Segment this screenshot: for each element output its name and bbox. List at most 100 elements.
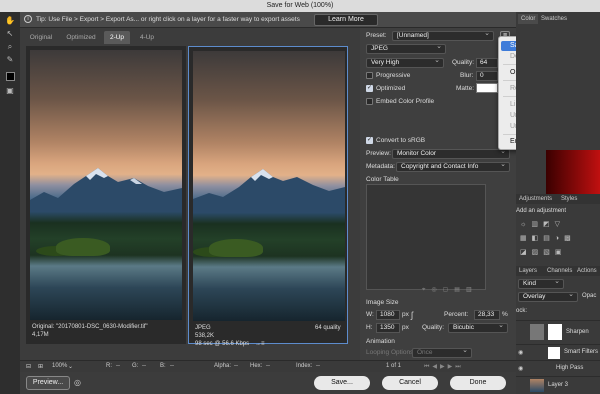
blur-input[interactable]: 0 [476, 71, 498, 81]
button-bar: Preview... ◎ Save... Cancel Done [20, 372, 516, 394]
tab-2up[interactable]: 2-Up [104, 31, 130, 44]
layer-name: Smart Filters [564, 349, 599, 355]
tab-actions[interactable]: Actions [574, 266, 600, 276]
adjustments-tabbar: Adjustments Styles [516, 194, 600, 204]
adjustment-icons-row1[interactable]: ☼▥◩▽ [520, 220, 565, 228]
embed-color-profile-label: Embed Color Profile [376, 98, 435, 105]
slice-select-tool-icon[interactable]: ↖ [4, 29, 16, 39]
tip-text: Tip: Use File > Export > Export As... or… [36, 16, 300, 23]
color-table[interactable] [366, 184, 486, 290]
status-bar: ⊟ ⊞ 100% ⌄ R: -- G: -- B: -- Alpha: -- H… [20, 360, 516, 372]
tab-optimized[interactable]: Optimized [62, 31, 100, 44]
index-value: -- [316, 363, 320, 369]
layer-row[interactable]: ◉ High Pass [516, 360, 600, 376]
metadata-label: Metadata: [366, 163, 395, 170]
zoom-level[interactable]: 100% [52, 363, 67, 369]
matte-label: Matte: [456, 85, 475, 92]
red-readout: R: [106, 363, 112, 369]
preview-label: Preview: [366, 150, 391, 157]
browser-icon[interactable]: ◎ [74, 378, 81, 387]
view-tabs: Original Optimized 2-Up 4-Up [20, 31, 360, 44]
matte-color-swatch[interactable] [476, 83, 498, 93]
animation-controls-icon: ⏮◀▶▶⏭ [424, 364, 464, 370]
tab-channels[interactable]: Channels [544, 266, 575, 276]
original-view-pane[interactable]: Original: "20170801-DSC_0630-Modifier.ti… [26, 46, 186, 344]
toggle-slices-icon[interactable]: ▣ [4, 86, 16, 96]
frame-counter: 1 of 1 [386, 363, 402, 369]
save-button[interactable]: Save... [314, 376, 370, 390]
layer-kind-filter[interactable]: Kind [518, 279, 564, 289]
image-size-label: Image Size [366, 299, 399, 306]
height-unit: px [402, 324, 409, 331]
adjustment-icons-row3[interactable]: ◪▨▧▣ [520, 248, 566, 256]
preset-select[interactable]: [Unnamed] [392, 31, 494, 41]
layer-row[interactable]: Sharpen [516, 320, 600, 344]
preview-select[interactable]: Monitor Color [392, 149, 510, 159]
animation-label: Animation [366, 338, 395, 345]
convert-srgb-label: Convert to sRGB [376, 137, 426, 144]
percent-input[interactable]: 28,33 [474, 310, 500, 320]
height-label: H: [366, 324, 373, 331]
layer-name: Layer 3 [548, 382, 569, 388]
layer-thumbnail [530, 379, 544, 392]
adjustment-icons-row2[interactable]: ▦◧▤◑▩ [520, 234, 576, 242]
layer-mask-thumbnail [548, 324, 562, 340]
red-value: -- [116, 363, 120, 369]
opacity-label: Opac [582, 293, 597, 299]
learn-more-button[interactable]: Learn More [314, 14, 378, 26]
width-input[interactable]: 1080 [376, 310, 400, 320]
metadata-select[interactable]: Copyright and Contact Info [396, 162, 510, 172]
tab-layers[interactable]: Layers [516, 266, 540, 276]
original-filename: Original: "20170801-DSC_0630-Modifier.ti… [32, 324, 148, 330]
layer-row[interactable]: Layer 3 [516, 376, 600, 394]
tab-styles[interactable]: Styles [558, 194, 580, 204]
zoom-tool-icon[interactable]: ⌕ [4, 42, 16, 52]
tab-color[interactable]: Color [518, 14, 539, 24]
width-unit: px [402, 311, 409, 318]
photoshop-side-panel: Color Swatches Adjustments Styles Add an… [516, 12, 600, 394]
zoom-increase-button[interactable]: ⊞ [38, 363, 43, 370]
download-speed-menu-icon[interactable]: →≡ [255, 341, 267, 347]
quality-preset-select[interactable]: Very High [366, 58, 444, 68]
tab-swatches[interactable]: Swatches [538, 14, 570, 24]
progressive-checkbox[interactable] [366, 72, 373, 79]
preview-button[interactable]: Preview... [26, 376, 70, 390]
blend-mode-select[interactable]: Overlay [518, 292, 578, 302]
height-input[interactable]: 1350 [376, 323, 400, 333]
original-photo [30, 50, 182, 320]
tab-original[interactable]: Original [26, 31, 56, 44]
tab-4up[interactable]: 4-Up [134, 31, 160, 44]
hand-tool-icon[interactable]: ✋ [4, 16, 16, 26]
mountain-shape [30, 168, 182, 212]
width-label: W: [366, 311, 374, 318]
color-picker-field[interactable] [546, 150, 600, 194]
tab-adjustments[interactable]: Adjustments [516, 194, 555, 204]
quality-input[interactable]: 64 [476, 58, 498, 68]
blue-readout: B: [160, 363, 166, 369]
embed-color-profile-checkbox[interactable] [366, 98, 373, 105]
cancel-button[interactable]: Cancel [382, 376, 438, 390]
optimized-view-pane[interactable]: JPEG 538,2K 98 sec @ 56.6 Kbps 64 qualit… [188, 46, 348, 347]
eyedropper-color-swatch[interactable] [6, 72, 15, 81]
blue-value: -- [170, 363, 174, 369]
alpha-readout: Alpha: [214, 363, 232, 369]
convert-srgb-checkbox[interactable] [366, 136, 373, 144]
green-readout: G: [132, 363, 139, 369]
percent-unit: % [502, 311, 508, 318]
done-button[interactable]: Done [450, 376, 506, 390]
optimized-photo [193, 51, 345, 321]
visibility-eye-icon[interactable]: ◉ [518, 349, 523, 356]
layer-row[interactable]: ◉ Smart Filters [516, 344, 600, 360]
constrain-link-icon[interactable]: ʃ [411, 310, 413, 320]
format-select[interactable]: JPEG [366, 44, 446, 54]
green-value: -- [142, 363, 146, 369]
resample-quality-select[interactable]: Bicubic [448, 323, 508, 333]
eyedropper-tool-icon[interactable]: ✎ [4, 55, 16, 65]
zoom-decrease-button[interactable]: ⊟ [26, 363, 31, 370]
resample-quality-label: Quality: [422, 324, 445, 331]
zoom-chevron-icon[interactable]: ⌄ [68, 363, 73, 370]
looping-options-label: Looping Options: [366, 349, 416, 356]
optimized-checkbox[interactable] [366, 84, 373, 92]
visibility-eye-icon[interactable]: ◉ [518, 365, 523, 372]
color-table-tools-icon[interactable]: ⌖◎▢▤▥ [422, 286, 478, 294]
